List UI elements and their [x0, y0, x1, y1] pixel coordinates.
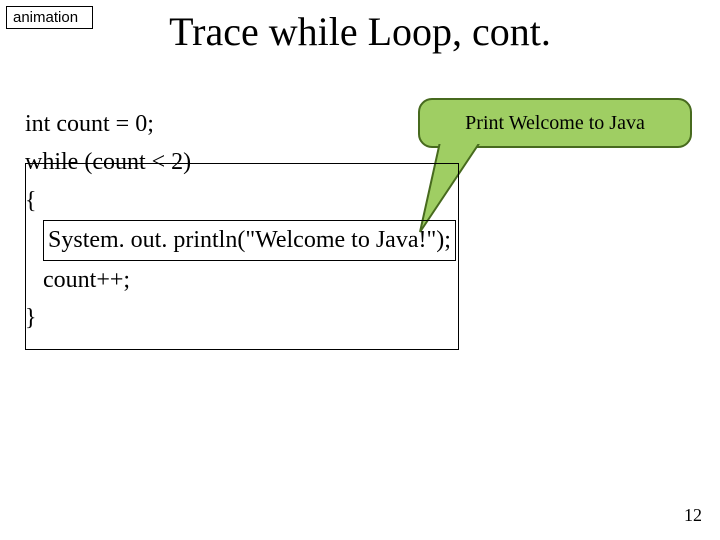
slide-title: Trace while Loop, cont.	[0, 8, 720, 55]
code-line-println-highlight: System. out. println("Welcome to Java!")…	[43, 220, 456, 260]
code-line-decl: int count = 0;	[25, 105, 456, 143]
code-line-while: while (count < 2)	[25, 143, 456, 181]
code-brace-close: }	[25, 299, 456, 337]
code-brace-open: {	[25, 182, 456, 220]
slide: animation Trace while Loop, cont. Print …	[0, 0, 720, 540]
code-line-increment: count++;	[25, 261, 456, 299]
callout-text: Print Welcome to Java	[465, 112, 645, 135]
callout-bubble: Print Welcome to Java	[418, 98, 692, 148]
code-block: int count = 0; while (count < 2) { Syste…	[25, 105, 456, 337]
page-number: 12	[684, 505, 702, 526]
